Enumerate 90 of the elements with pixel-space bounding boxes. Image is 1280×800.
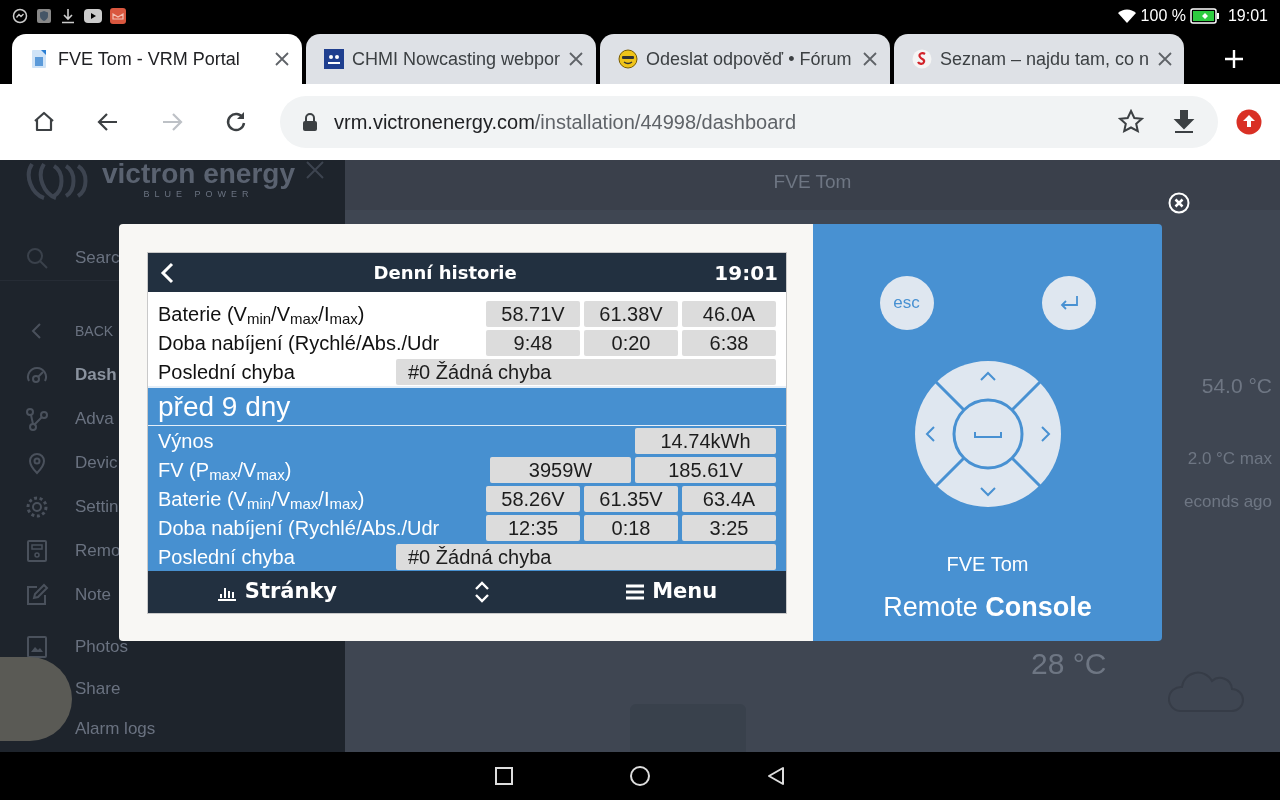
sidebar-item[interactable]: Alarm logs [75, 709, 156, 749]
chevron-left-icon[interactable] [160, 261, 176, 284]
wifi-icon [1116, 8, 1137, 24]
row-label: FV (P$_{max}$/V$_{max}$) [158, 457, 293, 485]
download-icon [60, 8, 76, 24]
screen-title: Denní historie [373, 261, 517, 285]
sidebar-item[interactable]: Devic [25, 441, 118, 485]
history-section[interactable] [148, 386, 786, 571]
picture-icon [25, 635, 49, 659]
clock: 19:01 [1227, 6, 1268, 26]
close-icon[interactable] [568, 51, 585, 67]
play-icon [84, 9, 102, 23]
esc-button[interactable]: esc [879, 276, 934, 330]
row-label: Výnos [158, 428, 215, 454]
value-cell: 61.38V [584, 300, 678, 327]
close-icon[interactable] [274, 51, 290, 67]
address-bar[interactable]: vrm.victronenergy.com/installation/44998/dashboard [280, 96, 1218, 148]
menu-button[interactable]: Menu [625, 575, 719, 609]
value-cell: 9:48 [486, 329, 580, 356]
value-cell: 3959W [490, 456, 631, 483]
remote-console-title: Remote Console [883, 590, 1092, 624]
logo-name: victron energy [102, 160, 295, 189]
mail-icon [110, 8, 126, 24]
up-down-chevron-icon[interactable] [473, 580, 490, 604]
sidebar-item[interactable]: Settin [25, 485, 119, 529]
browser-tab[interactable]: Odeslat odpověď • Fórum [600, 34, 890, 84]
search-field[interactable]: Searc [25, 236, 120, 280]
logo-tagline: BLUE POWER [142, 189, 255, 202]
close-icon [1168, 191, 1190, 214]
value-cell: 0:20 [584, 329, 678, 356]
page-favicon-icon [324, 49, 344, 69]
battery-icon [1189, 8, 1220, 24]
value-cell: 58.71V [486, 300, 580, 327]
value-cell: 46.0A [682, 300, 776, 327]
value-cell: 12:35 [486, 514, 580, 541]
pages-button[interactable]: Stránky [215, 575, 339, 609]
menu-icon [626, 584, 645, 600]
row-label: Doba nabíjení (Rychlé/Abs./Udr [158, 515, 441, 541]
edit-icon [25, 583, 49, 607]
settings-icon [25, 495, 49, 519]
value-cell: #0 Žádná chyba [396, 543, 776, 570]
lock-icon [302, 112, 318, 132]
back-triangle-icon[interactable] [765, 765, 787, 787]
value-cell: 14.74kWh [635, 427, 776, 454]
screen-time: 19:01 [714, 259, 778, 287]
sidebar-item[interactable]: Adva [25, 397, 114, 441]
value-cell: 0:18 [584, 514, 678, 541]
download-icon[interactable] [1172, 109, 1196, 135]
sidebar-item[interactable]: Remo [25, 529, 121, 573]
close-icon[interactable] [1157, 51, 1174, 67]
browser-tab[interactable]: Seznam – najdu tam, co n [894, 34, 1184, 84]
sidebar-item[interactable]: BACK [25, 309, 114, 353]
browser-tab[interactable]: CHMI Nowcasting webpor [306, 34, 596, 84]
shield-icon [36, 8, 52, 24]
row-label: Baterie (V$_{min}$/V$_{max}$/I$_{max}$) [158, 301, 366, 329]
page-title: FVE Tom [345, 160, 1280, 210]
new-tab-icon[interactable] [1224, 49, 1244, 69]
remote-control-icon [25, 539, 49, 563]
browser-tab[interactable]: FVE Tom - VRM Portal [12, 34, 302, 84]
value-cell: 6:38 [682, 329, 776, 356]
value-cell: 185.61V [635, 456, 776, 483]
section-heading: před 9 dny [148, 388, 786, 426]
d-pad[interactable] [913, 360, 1062, 508]
sidebar-item[interactable]: Share [75, 669, 121, 709]
sidebar-item[interactable]: Dash [25, 353, 117, 397]
recent-apps-icon[interactable] [493, 765, 515, 787]
upload-icon[interactable] [1236, 109, 1262, 135]
close-button[interactable] [1168, 190, 1190, 212]
star-icon[interactable] [1118, 109, 1144, 135]
site-name: FVE Tom [946, 551, 1029, 577]
value-cell: 63.4A [682, 485, 776, 512]
close-icon[interactable] [862, 51, 878, 67]
url-text: vrm.victronenergy.com/installation/44998/dashboard [334, 110, 798, 135]
sidebar-item[interactable]: Note [25, 573, 111, 617]
row-label: Doba nabíjení (Rychlé/Abs./Udr [158, 330, 441, 356]
value-cell: #0 Žádná chyba [396, 358, 776, 385]
search-icon [25, 246, 49, 270]
value-cell: 3:25 [682, 514, 776, 541]
battery-percentage: 100 % [1140, 6, 1186, 26]
row-label: Poslední chyba [158, 359, 296, 385]
enter-button[interactable] [1041, 276, 1096, 330]
value-cell: 61.35V [584, 485, 678, 512]
chat-bubble-icon [12, 8, 28, 24]
home-circle-icon[interactable] [629, 765, 651, 787]
page-favicon-icon [912, 49, 932, 69]
value-cell: 58.26V [486, 485, 580, 512]
row-label: Baterie (V$_{min}$/V$_{max}$/I$_{max}$) [158, 486, 366, 514]
page-favicon-icon [618, 49, 638, 69]
connected-nodes-icon [25, 407, 49, 431]
row-label: Poslední chyba [158, 544, 296, 570]
